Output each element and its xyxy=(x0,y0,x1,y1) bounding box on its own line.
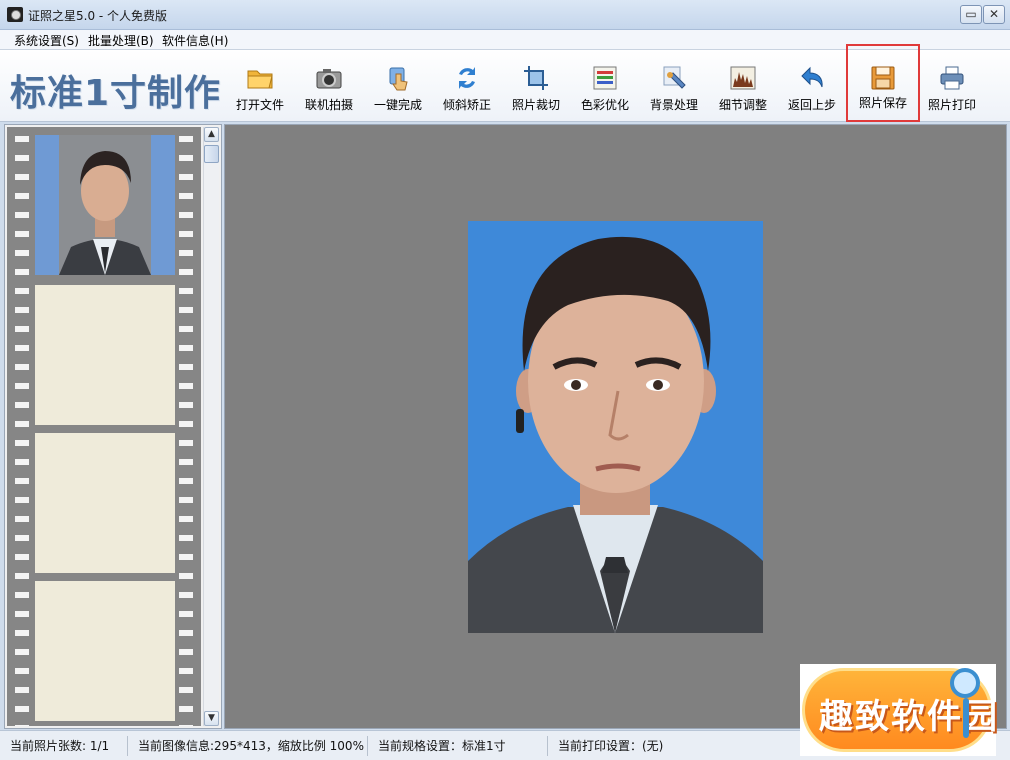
camera-icon xyxy=(316,69,342,89)
scroll-up-button[interactable]: ▲ xyxy=(204,127,219,142)
watermark-text: 趣致软件园 xyxy=(819,697,999,737)
mode-heading: 标准1寸制作 xyxy=(10,73,222,114)
open-file-button[interactable]: 打开文件 xyxy=(227,60,293,118)
film-sprocket-holes-left xyxy=(15,127,29,726)
filmstrip xyxy=(7,127,201,726)
tethered-shoot-label: 联机拍摄 xyxy=(304,98,353,112)
filmstrip-scrollbar[interactable]: ▲ ▼ xyxy=(203,127,219,726)
print-photo-button[interactable]: 照片打印 xyxy=(919,60,985,118)
window-title: 证照之星5.0 - 个人免费版 xyxy=(28,9,168,23)
rotate-icon xyxy=(459,67,475,89)
photo-canvas[interactable] xyxy=(224,124,1007,729)
toolbar: 标准1寸制作 打开文件 联机拍摄 一键完成 倾斜矫正 照片裁切 色彩优化 背景处… xyxy=(0,44,1010,122)
printer-icon xyxy=(940,66,964,90)
undo-button[interactable]: 返回上步 xyxy=(779,60,845,118)
empty-frame-2[interactable] xyxy=(35,285,175,425)
color-optimize-button[interactable]: 色彩优化 xyxy=(572,60,638,118)
magnifier-icon xyxy=(950,668,980,698)
watermark-logo: 趣致软件园 xyxy=(800,664,999,756)
filmstrip-panel: ▲ ▼ xyxy=(4,124,222,729)
portrait-thumbnail xyxy=(35,135,175,275)
color-bars-icon xyxy=(593,66,617,90)
detail-adjust-label: 细节调整 xyxy=(718,98,767,112)
status-spec-setting: 当前规格设置：标准1寸 xyxy=(368,736,548,756)
tilt-correct-button[interactable]: 倾斜矫正 xyxy=(434,60,500,118)
open-file-label: 打开文件 xyxy=(235,98,284,112)
save-photo-button[interactable]: 照片保存 xyxy=(846,44,920,122)
magnifier-handle xyxy=(963,698,969,738)
minimize-button[interactable]: ▭ xyxy=(960,5,982,24)
undo-label: 返回上步 xyxy=(787,98,836,112)
background-process-label: 背景处理 xyxy=(649,98,698,112)
menu-software-info[interactable]: 软件信息(H) xyxy=(162,32,228,49)
film-sprocket-holes-right xyxy=(179,127,193,726)
undo-icon xyxy=(801,66,823,88)
histogram-icon xyxy=(730,66,756,90)
title-bar: 证照之星5.0 - 个人免费版 ▭ ✕ xyxy=(0,0,1010,30)
id-photo[interactable] xyxy=(468,221,763,633)
print-photo-label: 照片打印 xyxy=(927,98,976,112)
camera-app-icon xyxy=(7,7,23,22)
menu-batch-processing[interactable]: 批量处理(B) xyxy=(88,32,154,49)
scroll-thumb[interactable] xyxy=(204,145,219,163)
hand-pointer-icon xyxy=(389,67,408,91)
status-print-setting: 当前打印设置：(无) xyxy=(558,739,664,753)
empty-frame-4[interactable] xyxy=(35,581,175,721)
one-click-button[interactable]: 一键完成 xyxy=(365,60,431,118)
crop-icon xyxy=(524,66,548,90)
folder-icon xyxy=(247,70,273,89)
menu-system-settings[interactable]: 系统设置(S) xyxy=(14,32,79,49)
tethered-shoot-button[interactable]: 联机拍摄 xyxy=(296,60,362,118)
status-photo-count: 当前照片张数: 1/1 xyxy=(0,736,128,756)
background-process-button[interactable]: 背景处理 xyxy=(641,60,707,118)
save-photo-label: 照片保存 xyxy=(858,96,907,110)
color-optimize-label: 色彩优化 xyxy=(580,98,629,112)
floppy-save-icon xyxy=(871,66,895,90)
thumbnail-frame-1[interactable] xyxy=(35,135,175,275)
close-button[interactable]: ✕ xyxy=(983,5,1005,24)
status-image-info: 当前图像信息:295*413，缩放比例 100% xyxy=(128,736,368,756)
scroll-down-button[interactable]: ▼ xyxy=(204,711,219,726)
photo-crop-button[interactable]: 照片裁切 xyxy=(503,60,569,118)
photo-crop-label: 照片裁切 xyxy=(511,98,560,112)
detail-adjust-button[interactable]: 细节调整 xyxy=(710,60,776,118)
empty-frame-3[interactable] xyxy=(35,433,175,573)
brush-icon xyxy=(663,66,686,89)
portrait-photo xyxy=(468,221,763,633)
one-click-label: 一键完成 xyxy=(373,98,422,112)
tilt-correct-label: 倾斜矫正 xyxy=(442,98,491,112)
